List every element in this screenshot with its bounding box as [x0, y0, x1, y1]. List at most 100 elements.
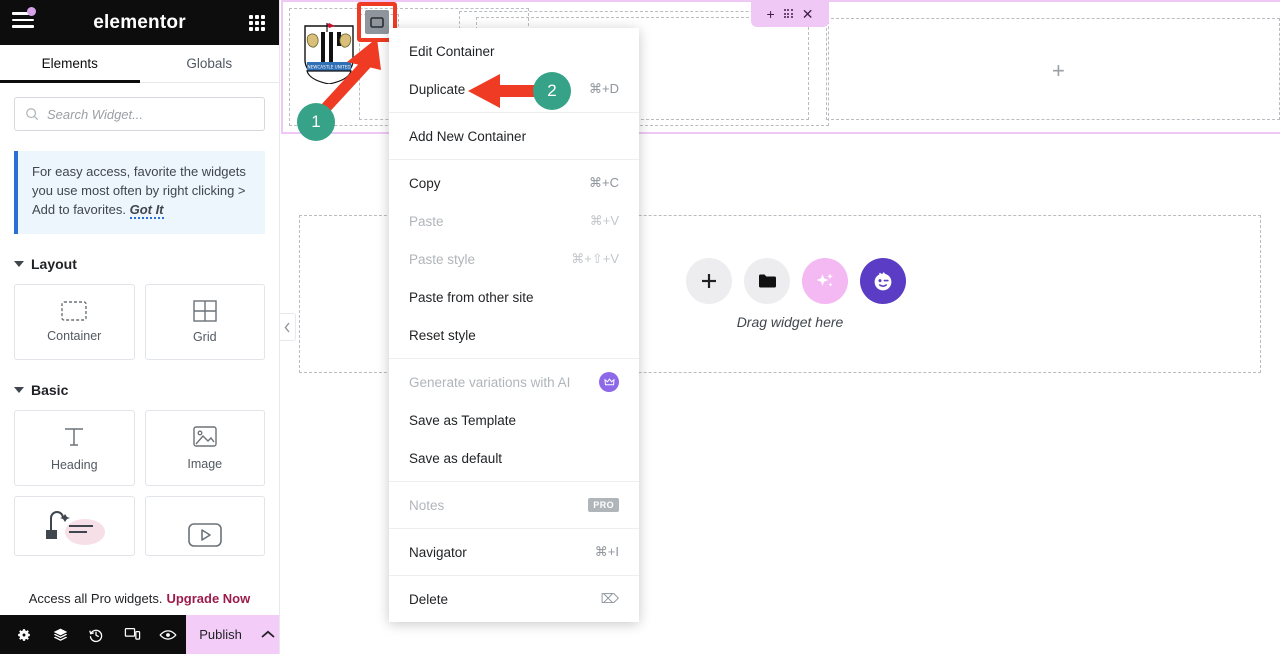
container-handle-icon — [370, 16, 384, 28]
container-handle-button[interactable] — [365, 10, 389, 34]
menu-separator — [389, 112, 639, 113]
menu-item-reset-style[interactable]: Reset style — [389, 316, 639, 354]
widget-partial-left[interactable] — [14, 495, 135, 556]
menu-separator — [389, 481, 639, 482]
hamburger-icon[interactable] — [12, 7, 36, 32]
panel-header: elementor — [0, 0, 279, 45]
chevron-left-icon — [284, 322, 290, 332]
site-assistant-button[interactable] — [860, 258, 906, 304]
search-box[interactable] — [14, 97, 265, 131]
drag-dots-icon[interactable] — [783, 9, 793, 18]
settings-gear-icon[interactable] — [6, 615, 42, 654]
publish-options-chevron-up-icon[interactable] — [255, 615, 279, 654]
publish-button[interactable]: Publish — [186, 615, 256, 654]
drag-widget-label: Drag widget here — [736, 314, 844, 330]
close-section-button[interactable]: ✕ — [802, 7, 814, 21]
upgrade-now-link[interactable]: Upgrade Now — [166, 591, 250, 606]
open-templates-button[interactable] — [744, 258, 790, 304]
menu-item-navigator[interactable]: Navigator ⌘+I — [389, 533, 639, 571]
preview-eye-icon[interactable] — [150, 615, 186, 654]
grid-icon — [193, 299, 217, 322]
menu-item-delete[interactable]: Delete ⌦ — [389, 580, 639, 618]
menu-item-shortcut: ⌘+C — [589, 175, 619, 190]
menu-item-label: Paste — [409, 213, 444, 229]
brand-title: elementor — [93, 11, 186, 33]
menu-item-save-as-default[interactable]: Save as default — [389, 439, 639, 477]
menu-item-notes: Notes PRO — [389, 486, 639, 524]
apps-grid-icon[interactable] — [249, 15, 265, 31]
widget-grid[interactable]: Grid — [144, 283, 265, 360]
widget-image-label: Image — [187, 456, 223, 471]
step-badge-2-label: 2 — [547, 81, 557, 100]
basic-widget-grid: Heading Image — [14, 409, 265, 486]
newcastle-united-crest: NEWCASTLE UNITED — [304, 23, 354, 84]
section-basic-title: Basic — [31, 381, 69, 398]
menu-item-shortcut: ⌦ — [600, 591, 619, 606]
cut-off-widget-grid — [14, 495, 265, 556]
menu-item-paste-from-other-site[interactable]: Paste from other site — [389, 278, 639, 316]
menu-item-label: Copy — [409, 175, 441, 191]
ai-sparkles-icon — [816, 273, 833, 287]
svg-text:NEWCASTLE UNITED: NEWCASTLE UNITED — [307, 65, 350, 70]
panel-collapse-handle[interactable] — [280, 313, 296, 341]
heading-icon — [65, 427, 84, 446]
step-badge-1: 1 — [297, 103, 335, 141]
wink-face-icon — [874, 272, 892, 291]
menu-item-label: Add New Container — [409, 128, 527, 144]
menu-item-label: Notes — [409, 497, 445, 513]
menu-item-shortcut: ⌘+I — [594, 544, 619, 559]
menu-item-add-new-container[interactable]: Add New Container — [389, 117, 639, 155]
widget-partial-right[interactable] — [144, 495, 265, 556]
section-layout: Layout Container Grid — [0, 256, 279, 360]
tab-elements[interactable]: Elements — [0, 45, 140, 83]
caret-down-icon — [14, 386, 24, 393]
container-icon — [61, 300, 87, 321]
menu-item-label: Paste from other site — [409, 289, 534, 305]
menu-item-duplicate[interactable]: Duplicate ⌘+D — [389, 70, 639, 108]
step-badge-1-label: 1 — [311, 112, 321, 131]
pro-badge: PRO — [588, 498, 619, 512]
menu-item-shortcut: ⌘+⇧+V — [571, 251, 619, 266]
search-input[interactable] — [47, 106, 254, 122]
menu-item-paste-style: Paste style ⌘+⇧+V — [389, 240, 639, 278]
got-it-link[interactable]: Got It — [129, 201, 164, 219]
menu-item-paste: Paste ⌘+V — [389, 202, 639, 240]
menu-item-label: Edit Container — [409, 43, 495, 59]
menu-separator — [389, 528, 639, 529]
add-section-button[interactable]: + — [767, 7, 775, 21]
menu-item-label: Navigator — [409, 544, 467, 560]
section-layout-header[interactable]: Layout — [14, 256, 265, 272]
menu-item-edit-container[interactable]: Edit Container — [389, 32, 639, 70]
step-badge-2: 2 — [533, 72, 571, 110]
layers-icon[interactable] — [42, 615, 78, 654]
section-highlight-left — [281, 0, 283, 134]
history-icon[interactable] — [78, 615, 114, 654]
widget-container-label: Container — [47, 328, 102, 343]
widget-container[interactable]: Container — [14, 283, 135, 360]
section-basic-header[interactable]: Basic — [14, 382, 265, 398]
responsive-mode-icon[interactable] — [114, 615, 150, 654]
add-element-button[interactable] — [686, 258, 732, 304]
widget-heading[interactable]: Heading — [14, 409, 135, 486]
notification-dot — [27, 7, 36, 16]
menu-separator — [389, 358, 639, 359]
menu-item-label: Paste style — [409, 251, 476, 267]
container-context-menu: Edit Container Duplicate ⌘+D Add New Contai… — [389, 28, 639, 622]
menu-item-label: Duplicate — [409, 81, 466, 97]
menu-item-label: Save as Template — [409, 412, 517, 428]
left-panel: elementor Elements Globals For easy acce… — [0, 0, 280, 654]
pro-bar-text: Access all Pro widgets. — [28, 590, 163, 606]
elementor-editor: elementor Elements Globals For easy acce… — [0, 0, 1280, 654]
menu-item-copy[interactable]: Copy ⌘+C — [389, 164, 639, 202]
search-area — [0, 83, 279, 141]
widget-image[interactable]: Image — [144, 409, 265, 486]
video-icon — [187, 522, 222, 547]
section-toolbar: + ✕ — [751, 0, 829, 27]
add-widget-plus-icon[interactable]: + — [1052, 60, 1065, 82]
tab-globals[interactable]: Globals — [140, 45, 280, 82]
section-basic: Basic Heading Image — [0, 382, 279, 556]
menu-item-save-as-template[interactable]: Save as Template — [389, 401, 639, 439]
menu-item-label: Generate variations with AI — [409, 374, 571, 390]
menu-item-shortcut: ⌘+D — [589, 81, 619, 96]
ai-builder-button[interactable] — [802, 258, 848, 304]
